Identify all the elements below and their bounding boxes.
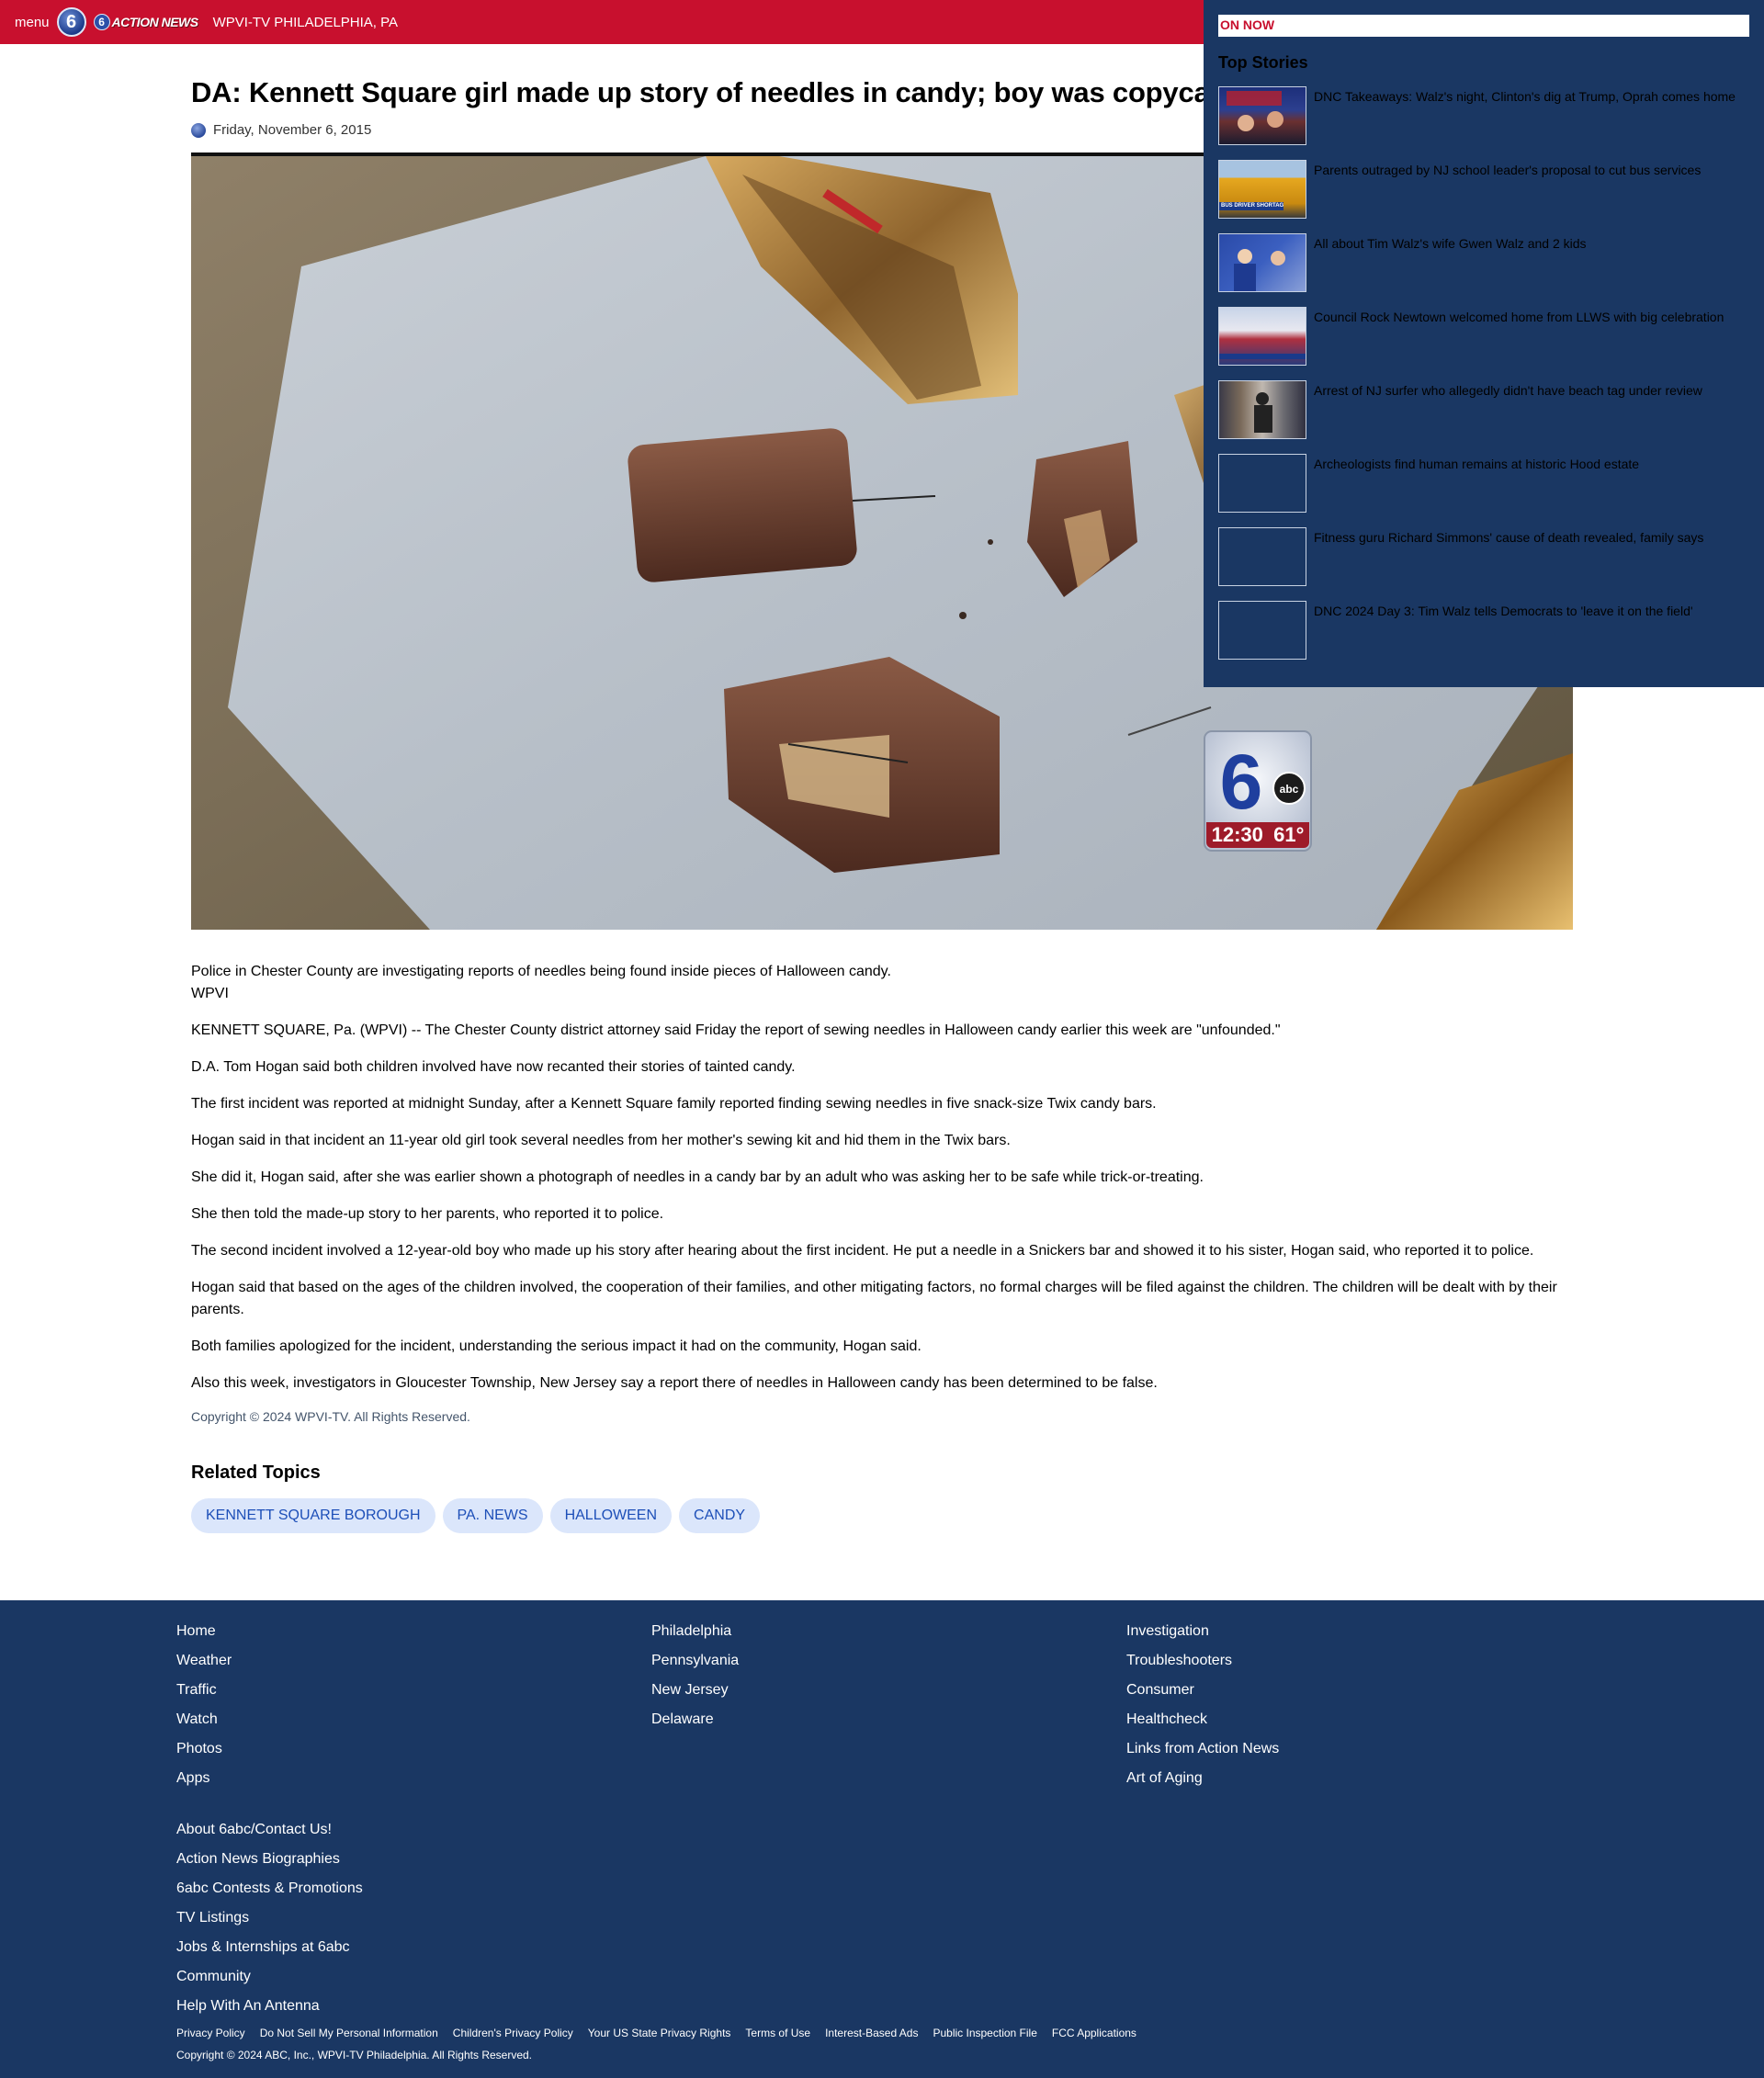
- story-thumbnail: [1218, 454, 1306, 513]
- footer-link-public-file[interactable]: Public Inspection File: [933, 2027, 1036, 2039]
- footer-link-photos[interactable]: Photos: [176, 1734, 232, 1764]
- footer-legal-links: Privacy Policy Do Not Sell My Personal I…: [176, 2027, 1136, 2039]
- story-headline: Council Rock Newtown welcomed home from …: [1314, 310, 1724, 324]
- story-item[interactable]: Fitness guru Richard Simmons' cause of d…: [1218, 527, 1764, 588]
- story-headline: Archeologists find human remains at hist…: [1314, 457, 1640, 471]
- footer-link-about[interactable]: About 6abc/Contact Us!: [176, 1815, 363, 1845]
- story-headline: Fitness guru Richard Simmons' cause of d…: [1314, 530, 1704, 545]
- story-headline: DNC Takeaways: Walz's night, Clinton's d…: [1314, 89, 1736, 104]
- story-thumbnail: [1218, 380, 1306, 439]
- action-news-logo[interactable]: 6 ACTION NEWS: [93, 14, 199, 30]
- story-thumbnail: [1218, 307, 1306, 366]
- story-headline: All about Tim Walz's wife Gwen Walz and …: [1314, 236, 1587, 251]
- story-item[interactable]: Archeologists find human remains at hist…: [1218, 454, 1764, 514]
- station-bug-time-temp: 12:30 61°: [1206, 822, 1309, 849]
- footer-link-jobs[interactable]: Jobs & Internships at 6abc: [176, 1933, 363, 1962]
- article-paragraph: She did it, Hogan said, after she was ea…: [191, 1169, 1204, 1186]
- footer-column-main: Home Weather Traffic Watch Photos Apps: [176, 1617, 232, 1793]
- related-topics-list: Kennett Square Borough Pa. News Hallowee…: [191, 1498, 1573, 1534]
- footer-link-philadelphia[interactable]: Philadelphia: [651, 1617, 739, 1646]
- on-now-bar[interactable]: ON NOW: [1218, 15, 1749, 37]
- footer-link-troubleshooters[interactable]: Troubleshooters: [1126, 1646, 1279, 1676]
- story-item[interactable]: Arrest of NJ surfer who allegedly didn't…: [1218, 380, 1764, 441]
- article-copyright: Copyright © 2024 WPVI-TV. All Rights Res…: [191, 1409, 470, 1425]
- article-paragraph: Hogan said in that incident an 11-year o…: [191, 1133, 1011, 1149]
- story-headline: Arrest of NJ surfer who allegedly didn't…: [1314, 383, 1702, 398]
- story-headline: Parents outraged by NJ school leader's p…: [1314, 163, 1702, 177]
- footer-link-weather[interactable]: Weather: [176, 1646, 232, 1676]
- topic-candy[interactable]: Candy: [679, 1498, 761, 1534]
- footer-link-biographies[interactable]: Action News Biographies: [176, 1845, 363, 1874]
- topic-halloween[interactable]: Halloween: [549, 1498, 673, 1534]
- article-paragraph: She then told the made-up story to her p…: [191, 1206, 664, 1223]
- story-item[interactable]: BUS DRIVER SHORTAGE Parents outraged by …: [1218, 160, 1764, 220]
- footer-link-terms[interactable]: Terms of Use: [745, 2027, 810, 2039]
- footer-link-state-privacy[interactable]: Your US State Privacy Rights: [588, 2027, 731, 2039]
- story-item[interactable]: DNC 2024 Day 3: Tim Walz tells Democrats…: [1218, 601, 1764, 661]
- footer-link-art-of-aging[interactable]: Art of Aging: [1126, 1764, 1279, 1793]
- article-date: Friday, November 6, 2015: [213, 122, 372, 139]
- action-news-6-icon: 6: [93, 14, 110, 30]
- story-thumbnail-caption: BUS DRIVER SHORTAGE: [1219, 202, 1283, 210]
- story-thumbnail: BUS DRIVER SHORTAGE: [1218, 160, 1306, 219]
- story-thumbnail: [1218, 233, 1306, 292]
- action-news-wordmark: ACTION NEWS: [111, 15, 199, 29]
- footer-column-about: About 6abc/Contact Us! Action News Biogr…: [176, 1815, 363, 2021]
- article-paragraph: Hogan said that based on the ages of the…: [191, 1280, 1557, 1318]
- site-footer: Home Weather Traffic Watch Photos Apps P…: [0, 1600, 1764, 2078]
- story-item[interactable]: Council Rock Newtown welcomed home from …: [1218, 307, 1764, 367]
- station-bug-temp: 61°: [1273, 823, 1305, 847]
- footer-link-new-jersey[interactable]: New Jersey: [651, 1676, 739, 1705]
- article-paragraph: Also this week, investigators in Glouces…: [191, 1375, 1158, 1392]
- footer-copyright: Copyright © 2024 ABC, Inc., WPVI-TV Phil…: [176, 2049, 533, 2061]
- station-bug-abc-logo: abc: [1279, 783, 1299, 796]
- footer-link-childrens-privacy[interactable]: Children's Privacy Policy: [453, 2027, 573, 2039]
- article-body: KENNETT SQUARE, Pa. (WPVI) -- The Cheste…: [191, 1020, 1573, 1395]
- footer-link-tv-listings[interactable]: TV Listings: [176, 1903, 363, 1933]
- story-thumbnail: [1218, 86, 1306, 145]
- footer-link-pennsylvania[interactable]: Pennsylvania: [651, 1646, 739, 1676]
- station-bug-time: 12:30: [1211, 823, 1263, 847]
- menu-button[interactable]: menu: [15, 15, 50, 30]
- footer-link-investigation[interactable]: Investigation: [1126, 1617, 1279, 1646]
- footer-link-watch[interactable]: Watch: [176, 1705, 232, 1734]
- footer-link-consumer[interactable]: Consumer: [1126, 1676, 1279, 1705]
- footer-link-fcc[interactable]: FCC Applications: [1052, 2027, 1136, 2039]
- footer-link-traffic[interactable]: Traffic: [176, 1676, 232, 1705]
- footer-link-delaware[interactable]: Delaware: [651, 1705, 739, 1734]
- footer-link-apps[interactable]: Apps: [176, 1764, 232, 1793]
- footer-link-interest-ads[interactable]: Interest-Based Ads: [825, 2027, 918, 2039]
- article-paragraph: KENNETT SQUARE, Pa. (WPVI) -- The Cheste…: [191, 1022, 1281, 1039]
- story-headline: DNC 2024 Day 3: Tim Walz tells Democrats…: [1314, 604, 1693, 618]
- topic-pa-news[interactable]: Pa. News: [442, 1498, 543, 1534]
- topic-kennett-square-borough[interactable]: Kennett Square Borough: [191, 1498, 435, 1534]
- 6abc-logo[interactable]: 6: [56, 7, 86, 37]
- station-name: WPVI-TV PHILADELPHIA, PA: [212, 14, 399, 30]
- footer-link-privacy-policy[interactable]: Privacy Policy: [176, 2027, 245, 2039]
- footer-link-do-not-sell[interactable]: Do Not Sell My Personal Information: [260, 2027, 438, 2039]
- article-paragraph: D.A. Tom Hogan said both children involv…: [191, 1059, 796, 1076]
- footer-link-antenna-help[interactable]: Help With An Antenna: [176, 1992, 363, 2021]
- svg-text:6: 6: [1220, 739, 1263, 825]
- top-stories-sidebar: ON NOW Top Stories DNC Takeaways: Walz's…: [1204, 0, 1764, 687]
- image-credit: WPVI: [191, 986, 229, 1002]
- article-paragraph: Both families apologized for the inciden…: [191, 1338, 922, 1355]
- story-thumbnail: [1218, 527, 1306, 586]
- footer-link-community[interactable]: Community: [176, 1962, 363, 1992]
- footer-link-healthcheck[interactable]: Healthcheck: [1126, 1705, 1279, 1734]
- station-avatar-icon: [191, 122, 206, 138]
- top-stories-title: Top Stories: [1218, 53, 1308, 72]
- footer-link-contests[interactable]: 6abc Contests & Promotions: [176, 1874, 363, 1903]
- footer-column-sections: Investigation Troubleshooters Consumer H…: [1126, 1617, 1279, 1793]
- footer-column-regions: Philadelphia Pennsylvania New Jersey Del…: [651, 1617, 739, 1734]
- footer-link-home[interactable]: Home: [176, 1617, 232, 1646]
- story-thumbnail: [1218, 601, 1306, 660]
- story-item[interactable]: All about Tim Walz's wife Gwen Walz and …: [1218, 233, 1764, 294]
- image-caption: Police in Chester County are investigati…: [191, 964, 891, 980]
- related-topics-title: Related Topics: [191, 1463, 321, 1484]
- footer-link-links-from-action-news[interactable]: Links from Action News: [1126, 1734, 1279, 1764]
- article-paragraph: The first incident was reported at midni…: [191, 1096, 1157, 1112]
- article-paragraph: The second incident involved a 12-year-o…: [191, 1243, 1534, 1259]
- story-item[interactable]: DNC Takeaways: Walz's night, Clinton's d…: [1218, 86, 1764, 147]
